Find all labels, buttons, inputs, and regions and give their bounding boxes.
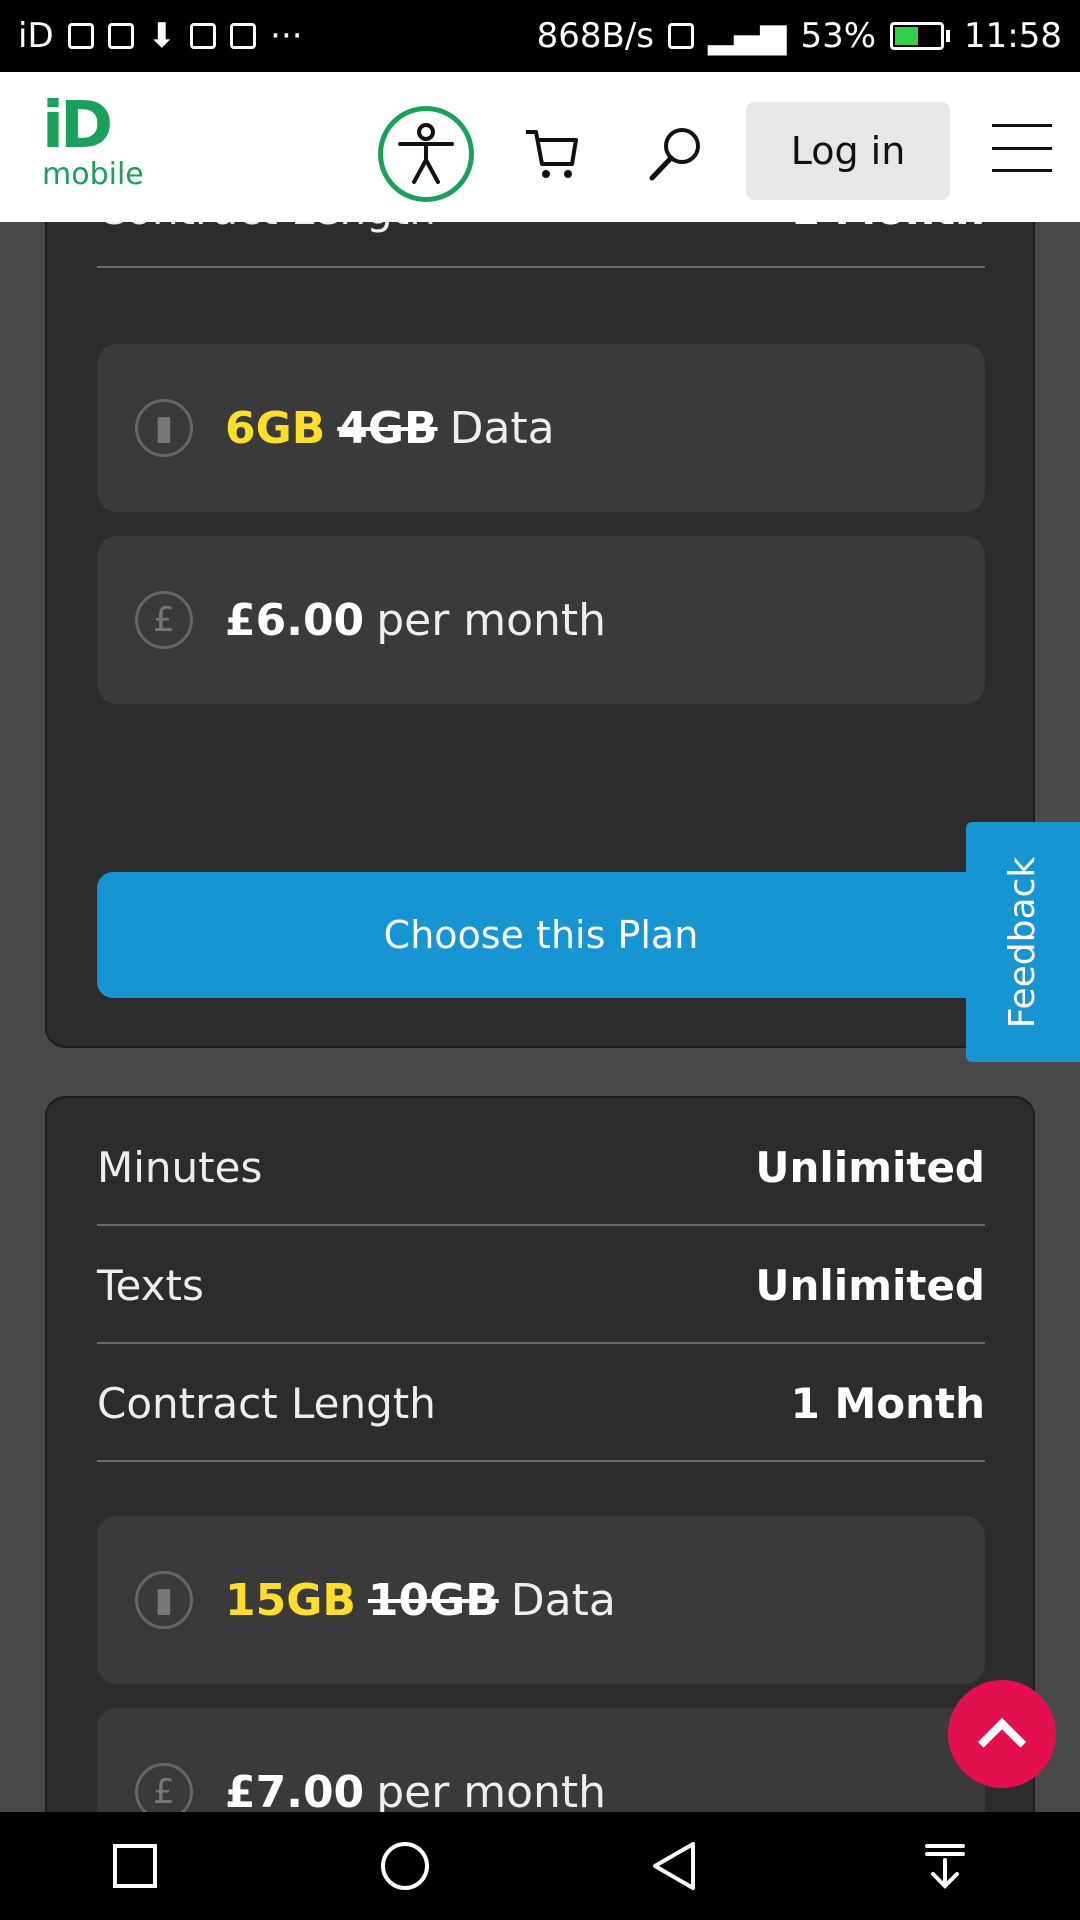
recents-button[interactable] [105, 1836, 165, 1896]
data-new-amount: 6GB [225, 402, 326, 454]
price-suffix: per month [376, 594, 607, 646]
status-right: 868B/s ▂▄▆ 53% 11:58 [537, 16, 1062, 56]
clock: 11:58 [964, 16, 1062, 56]
pound-icon: £ [135, 591, 193, 649]
battery-icon [890, 22, 951, 50]
login-button[interactable]: Log in [746, 102, 950, 200]
menu-icon-line [992, 124, 1052, 127]
back-to-top-button[interactable] [948, 1680, 1056, 1788]
network-speed: 868B/s [536, 16, 654, 56]
accessibility-icon [398, 123, 454, 184]
home-button[interactable] [375, 1836, 435, 1896]
data-suffix: Data [510, 1574, 616, 1626]
data-new-amount: 15GB [225, 1574, 356, 1626]
cart-button[interactable] [522, 124, 582, 184]
search-button[interactable] [646, 124, 706, 184]
system-nav-bar [0, 1812, 1080, 1920]
plan-row-texts: Texts Unlimited [97, 1228, 985, 1344]
carrier-label: iD [18, 16, 54, 56]
data-chart-icon: ▮ [135, 1571, 193, 1629]
row-value: Unlimited [755, 1142, 985, 1192]
price-amount: £6.00 [225, 594, 365, 646]
plan-row-contract: Contract Length 1 Month [97, 1346, 985, 1462]
row-label: Minutes [97, 1142, 263, 1192]
choose-plan-button[interactable]: Choose this Plan [97, 872, 985, 998]
download-icon: ⬇ [147, 16, 177, 56]
pulldown-icon [925, 1844, 965, 1889]
battery-percent: 53% [800, 16, 877, 56]
data-suffix: Data [449, 402, 555, 454]
feedback-tab[interactable]: Feedback [966, 822, 1080, 1062]
site-header: iD mobile Log in [0, 72, 1080, 222]
more-notifications-icon: ··· [270, 16, 303, 56]
status-left: iD ⬇ ··· [18, 16, 303, 56]
menu-button[interactable] [992, 124, 1052, 172]
back-button[interactable] [645, 1836, 705, 1896]
id-mobile-logo[interactable]: iD mobile [42, 94, 152, 204]
logo-mark: iD [42, 89, 113, 163]
row-value: Unlimited [755, 1260, 985, 1310]
square-icon [113, 1844, 157, 1888]
menu-icon-line [992, 169, 1052, 172]
photo-icon [190, 23, 217, 49]
plan-card: Minutes Unlimited Texts Unlimited Contra… [45, 1096, 1035, 1920]
chevron-up-icon [977, 1717, 1027, 1767]
search-icon [649, 128, 700, 181]
price-suffix: per month [376, 1766, 607, 1818]
status-bar: iD ⬇ ··· 868B/s ▂▄▆ 53% 11:58 [0, 0, 1080, 72]
data-allowance-tile: ▮ 6GB 4GB Data [97, 344, 985, 512]
data-allowance-tile: ▮ 15GB 10GB Data [97, 1516, 985, 1684]
settings-mail-icon [230, 23, 257, 49]
triangle-back-icon [653, 1842, 695, 1890]
row-value: 1 Month [790, 1378, 985, 1428]
price-amount: £7.00 [225, 1766, 365, 1818]
plan-row-minutes: Minutes Unlimited [97, 1110, 985, 1226]
feedback-label: Feedback [1002, 856, 1044, 1028]
cart-icon [526, 130, 578, 178]
vibrate-icon [667, 23, 694, 49]
row-label: Texts [97, 1260, 204, 1310]
logo-word: mobile [42, 157, 144, 192]
notification-icon [67, 23, 94, 49]
circle-icon [381, 1842, 429, 1890]
data-chart-icon: ▮ [135, 399, 193, 457]
data-old-amount: 4GB [337, 402, 438, 454]
accessibility-button[interactable] [378, 106, 474, 202]
plan-card: Contract Length 1 Month ▮ 6GB 4GB Data £… [45, 150, 1035, 1048]
image-icon [107, 23, 134, 49]
row-label: Contract Length [97, 1378, 436, 1428]
data-old-amount: 10GB [367, 1574, 499, 1626]
signal-icon: ▂▄▆ [707, 16, 787, 56]
menu-icon-line [992, 146, 1052, 150]
price-tile: £ £6.00 per month [97, 536, 985, 704]
notification-pulldown-button[interactable] [915, 1836, 975, 1896]
